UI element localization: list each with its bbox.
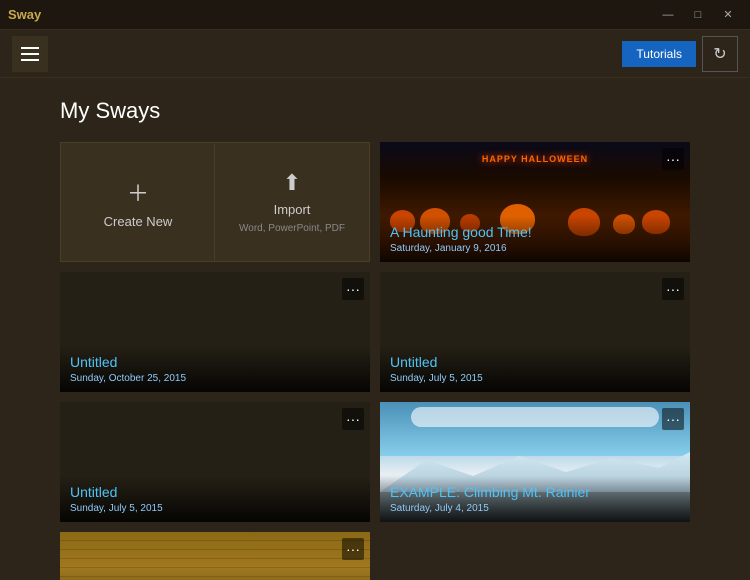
- titlebar-controls: — □ ✕: [654, 5, 742, 25]
- import-icon: ⬆: [283, 170, 301, 196]
- more-options-button[interactable]: ···: [662, 278, 684, 300]
- create-icon: ＋: [127, 176, 149, 208]
- hamburger-line: [21, 59, 39, 61]
- create-new-section[interactable]: ＋ Create New: [61, 143, 215, 261]
- toolbar-left: [12, 36, 48, 72]
- sway-card-untitled-3[interactable]: Untitled Sunday, July 5, 2015 ···: [60, 402, 370, 522]
- untitled1-date: Sunday, October 25, 2015: [70, 373, 360, 384]
- close-button[interactable]: ✕: [714, 5, 742, 25]
- titlebar-left: Sway: [8, 7, 41, 22]
- untitled1-title: Untitled: [70, 354, 360, 371]
- untitled2-overlay: Untitled Sunday, July 5, 2015: [380, 346, 690, 392]
- halloween-overlay: A Haunting good Time! Saturday, January …: [380, 216, 690, 262]
- untitled2-date: Sunday, July 5, 2015: [390, 373, 680, 384]
- import-section[interactable]: ⬆ Import Word, PowerPoint, PDF: [215, 143, 369, 261]
- halloween-date: Saturday, January 9, 2016: [390, 243, 680, 254]
- more-options-button[interactable]: ···: [342, 408, 364, 430]
- tutorials-button[interactable]: Tutorials: [622, 41, 696, 67]
- app-name: Sway: [8, 7, 41, 22]
- more-options-button[interactable]: ···: [342, 278, 364, 300]
- minimize-button[interactable]: —: [654, 5, 682, 25]
- sway-card-rainier[interactable]: EXAMPLE: Climbing Mt. Rainier Saturday, …: [380, 402, 690, 522]
- page-title: My Sways: [60, 98, 690, 124]
- sways-grid: ＋ Create New ⬆ Import Word, PowerPoint, …: [60, 142, 690, 580]
- untitled3-date: Sunday, July 5, 2015: [70, 503, 360, 514]
- sway-card-halloween[interactable]: HAPPY HALLOWEEN A Haunting good Time! Sa…: [380, 142, 690, 262]
- halloween-title: A Haunting good Time!: [390, 224, 680, 241]
- hamburger-button[interactable]: [12, 36, 48, 72]
- untitled1-overlay: Untitled Sunday, October 25, 2015: [60, 346, 370, 392]
- sway-card-untitled-1[interactable]: Untitled Sunday, October 25, 2015 ···: [60, 272, 370, 392]
- maximize-button[interactable]: □: [684, 5, 712, 25]
- more-options-button[interactable]: ···: [342, 538, 364, 560]
- mountain-clouds: [411, 407, 659, 427]
- import-label: Import: [274, 202, 311, 217]
- rainier-overlay: EXAMPLE: Climbing Mt. Rainier Saturday, …: [380, 476, 690, 522]
- refresh-button[interactable]: ↻: [702, 36, 738, 72]
- toolbar-right: Tutorials ↻: [622, 36, 738, 72]
- hamburger-line: [21, 53, 39, 55]
- more-options-button[interactable]: ···: [662, 148, 684, 170]
- refresh-icon: ↻: [713, 44, 726, 64]
- hamburger-line: [21, 47, 39, 49]
- untitled3-title: Untitled: [70, 484, 360, 501]
- wood-grain: [60, 532, 370, 580]
- toolbar: Tutorials ↻: [0, 30, 750, 78]
- wood-image: [60, 532, 370, 580]
- untitled3-overlay: Untitled Sunday, July 5, 2015: [60, 476, 370, 522]
- sway-card-wood[interactable]: ···: [60, 532, 370, 580]
- rainier-date: Saturday, July 4, 2015: [390, 503, 680, 514]
- create-new-label: Create New: [104, 214, 173, 229]
- sway-card-untitled-2[interactable]: Untitled Sunday, July 5, 2015 ···: [380, 272, 690, 392]
- create-import-card[interactable]: ＋ Create New ⬆ Import Word, PowerPoint, …: [60, 142, 370, 262]
- rainier-title: EXAMPLE: Climbing Mt. Rainier: [390, 484, 680, 501]
- titlebar: Sway — □ ✕: [0, 0, 750, 30]
- import-sublabel: Word, PowerPoint, PDF: [239, 223, 345, 234]
- untitled2-title: Untitled: [390, 354, 680, 371]
- more-options-button[interactable]: ···: [662, 408, 684, 430]
- main-content: My Sways ＋ Create New ⬆ Import Word, Pow…: [0, 78, 750, 580]
